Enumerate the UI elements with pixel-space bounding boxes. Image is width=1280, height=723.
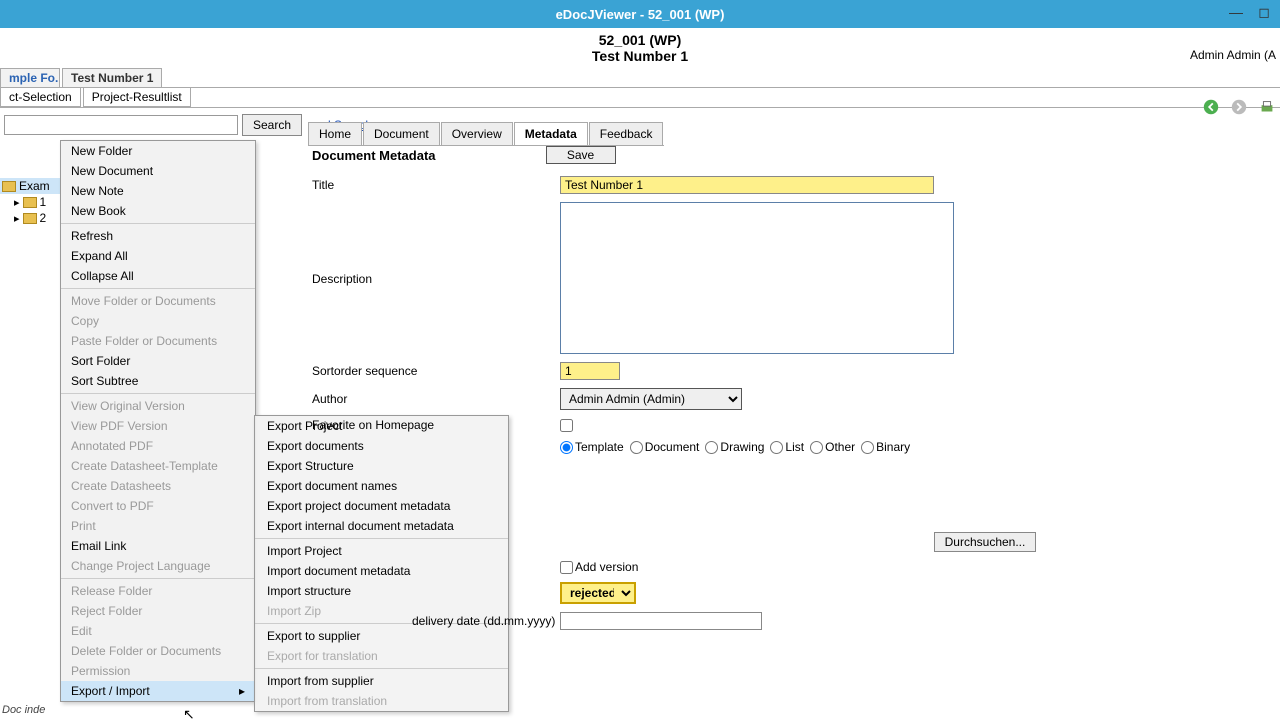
state-select[interactable]: rejected: [560, 582, 636, 604]
menu-copy: Copy: [61, 311, 255, 331]
sortorder-input[interactable]: [560, 362, 620, 380]
menu-change-lang: Change Project Language: [61, 556, 255, 576]
folder-icon: [23, 213, 37, 224]
menu-expand-all[interactable]: Expand All: [61, 246, 255, 266]
user-label: Admin Admin (A: [1190, 48, 1276, 62]
menu-delete-folder: Delete Folder or Documents: [61, 641, 255, 661]
sortorder-label: Sortorder sequence: [312, 364, 560, 378]
tab-metadata[interactable]: Metadata: [514, 122, 588, 145]
subtab-selection[interactable]: ct-Selection: [0, 88, 81, 107]
tab-document[interactable]: Document: [363, 122, 440, 145]
subtitle-name: Test Number 1: [0, 48, 1280, 64]
save-button[interactable]: Save: [546, 146, 616, 164]
radio-binary[interactable]: Binary: [861, 440, 910, 454]
menu-new-book[interactable]: New Book: [61, 201, 255, 221]
radio-drawing[interactable]: Drawing: [705, 440, 764, 454]
menu-view-pdf: View PDF Version: [61, 416, 255, 436]
menu-collapse-all[interactable]: Collapse All: [61, 266, 255, 286]
menu-refresh[interactable]: Refresh: [61, 226, 255, 246]
subtitle-code: 52_001 (WP): [0, 32, 1280, 48]
subtab-resultlist[interactable]: Project-Resultlist: [83, 88, 191, 107]
menu-edit: Edit: [61, 621, 255, 641]
date-label: delivery date (dd.mm.yyyy): [312, 614, 560, 628]
menu-print: Print: [61, 516, 255, 536]
panel-title: Document Metadata: [312, 148, 436, 163]
radio-list[interactable]: List: [770, 440, 804, 454]
sub-export-trans: Export for translation: [255, 646, 508, 666]
tab-feedback[interactable]: Feedback: [589, 122, 664, 145]
description-textarea[interactable]: [560, 202, 954, 354]
menu-export-import[interactable]: Export / Import: [61, 681, 255, 701]
menu-reject-folder: Reject Folder: [61, 601, 255, 621]
cursor-icon: ↖: [183, 706, 195, 723]
radio-template[interactable]: Template: [560, 440, 624, 454]
menu-email-link[interactable]: Email Link: [61, 536, 255, 556]
menu-release-folder: Release Folder: [61, 581, 255, 601]
tree-item-1[interactable]: ▸1: [0, 194, 60, 210]
docindex-footer: Doc inde: [2, 704, 45, 716]
menu-sort-folder[interactable]: Sort Folder: [61, 351, 255, 371]
tab-overview[interactable]: Overview: [441, 122, 513, 145]
title-label: Title: [312, 178, 560, 192]
window-title: eDocJViewer - 52_001 (WP): [556, 7, 725, 22]
author-label: Author: [312, 392, 560, 406]
menu-view-original: View Original Version: [61, 396, 255, 416]
sub-import-supplier[interactable]: Import from supplier: [255, 671, 508, 691]
browse-button[interactable]: Durchsuchen...: [934, 532, 1036, 552]
title-input[interactable]: [560, 176, 934, 194]
favorite-label: Favorite on Homepage: [312, 418, 560, 432]
folder-icon: [2, 181, 16, 192]
author-select[interactable]: Admin Admin (Admin): [560, 388, 742, 410]
date-input[interactable]: [560, 612, 762, 630]
minimize-icon[interactable]: —: [1226, 4, 1246, 20]
menu-move-folder: Move Folder or Documents: [61, 291, 255, 311]
maximize-icon[interactable]: ◻: [1254, 4, 1274, 20]
search-input[interactable]: [4, 115, 238, 135]
favorite-checkbox[interactable]: [560, 419, 573, 432]
menu-paste-folder: Paste Folder or Documents: [61, 331, 255, 351]
sub-import-trans: Import from translation: [255, 691, 508, 711]
description-label: Description: [312, 202, 560, 286]
menu-permission: Permission: [61, 661, 255, 681]
radio-document[interactable]: Document: [630, 440, 700, 454]
menu-create-ds: Create Datasheets: [61, 476, 255, 496]
menu-annotated-pdf: Annotated PDF: [61, 436, 255, 456]
menu-convert-pdf: Convert to PDF: [61, 496, 255, 516]
radio-other[interactable]: Other: [810, 440, 855, 454]
context-menu: New Folder New Document New Note New Boo…: [60, 140, 256, 702]
top-tab-test[interactable]: Test Number 1: [62, 68, 162, 87]
menu-new-note[interactable]: New Note: [61, 181, 255, 201]
tree-item-2[interactable]: ▸2: [0, 210, 60, 226]
tree-root[interactable]: Exam: [0, 178, 60, 194]
add-version-checkbox[interactable]: Add version: [560, 560, 638, 574]
menu-new-folder[interactable]: New Folder: [61, 141, 255, 161]
menu-sort-subtree[interactable]: Sort Subtree: [61, 371, 255, 391]
folder-icon: [23, 197, 37, 208]
tab-home[interactable]: Home: [308, 122, 362, 145]
search-button[interactable]: Search: [242, 114, 302, 136]
menu-create-dst: Create Datasheet-Template: [61, 456, 255, 476]
top-tab-example[interactable]: mple Fo...: [0, 68, 60, 87]
menu-new-document[interactable]: New Document: [61, 161, 255, 181]
